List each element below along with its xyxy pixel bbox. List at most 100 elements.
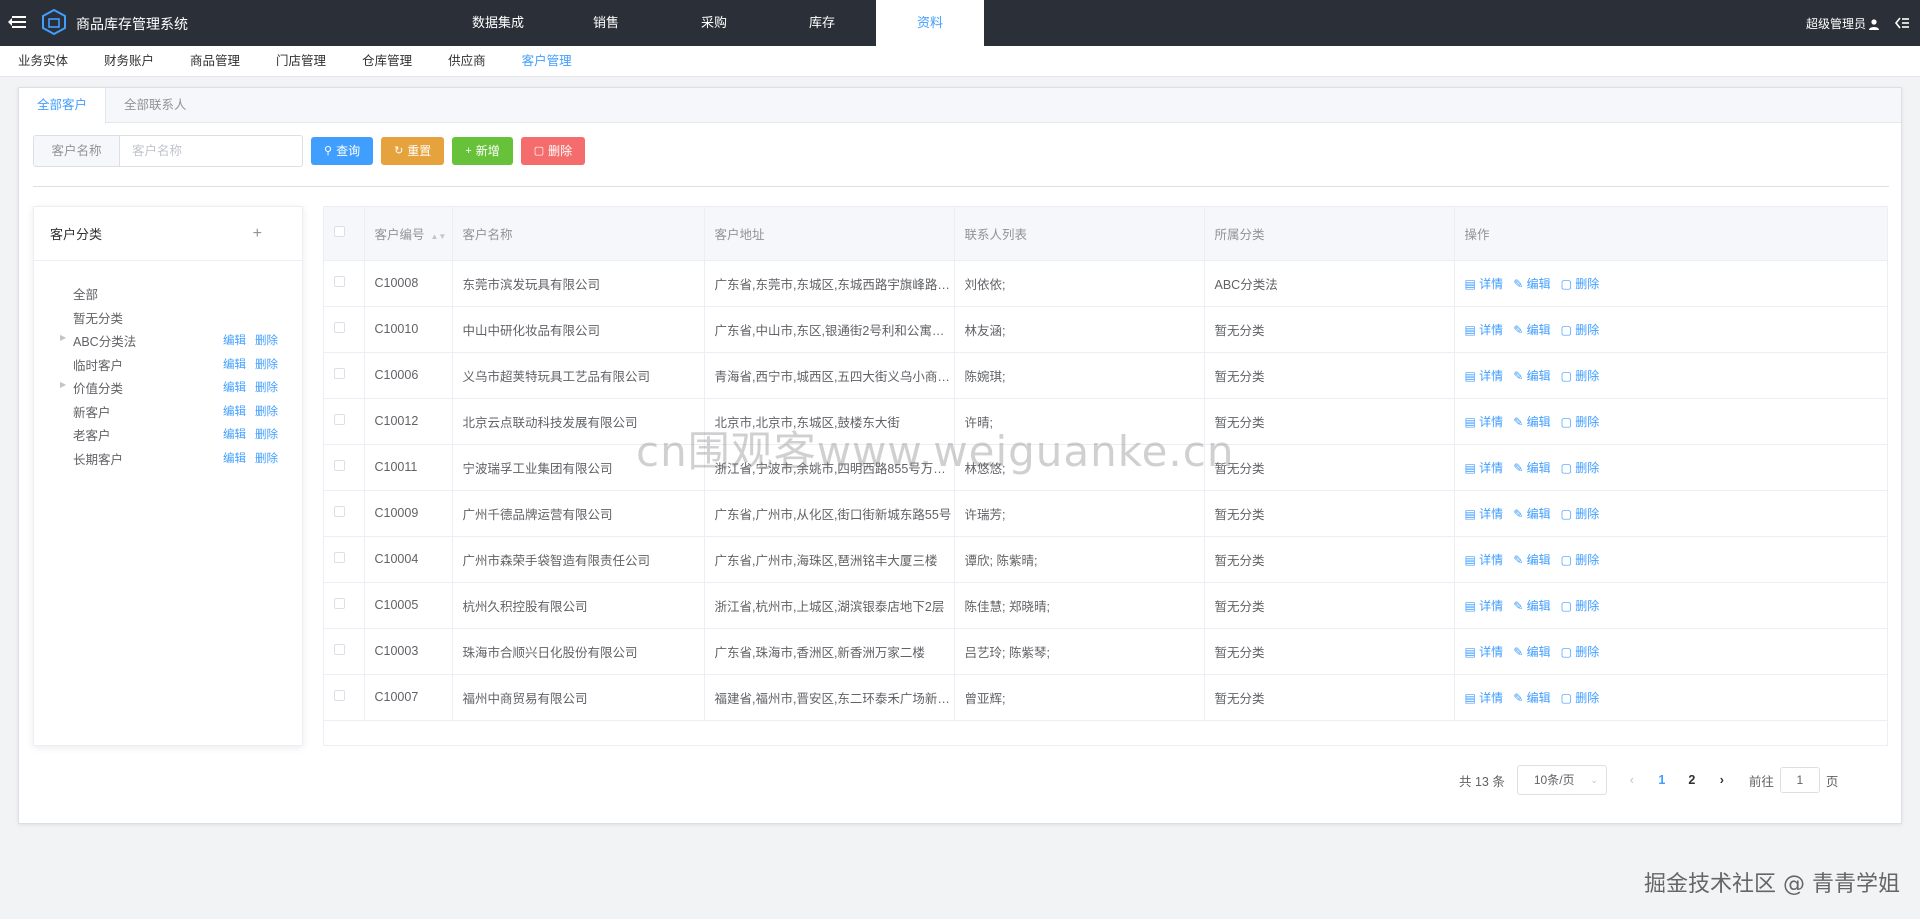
table-row[interactable]: C10008东莞市滨发玩具有限公司广东省,东莞市,东城区,东城西路宇旗峰路交汇处…: [324, 260, 1887, 307]
tree-delete-link[interactable]: 删除: [255, 450, 278, 466]
row-detail-link[interactable]: ▤ 详情: [1465, 323, 1504, 337]
more-menu-icon[interactable]: [1894, 15, 1910, 31]
next-page-icon[interactable]: ›: [1707, 773, 1737, 787]
tree-delete-link[interactable]: 删除: [255, 403, 278, 419]
sort-icon[interactable]: ▲▼: [431, 232, 447, 241]
row-edit-link[interactable]: ✎ 编辑: [1513, 277, 1550, 291]
row-edit-link[interactable]: ✎ 编辑: [1513, 645, 1550, 659]
tree-node[interactable]: 老客户 编辑 删除: [34, 422, 302, 446]
row-delete-link[interactable]: ▢ 删除: [1561, 461, 1600, 475]
top-nav-sales[interactable]: 销售: [552, 0, 660, 46]
row-detail-link[interactable]: ▤ 详情: [1465, 277, 1504, 291]
tree-edit-link[interactable]: 编辑: [223, 403, 246, 419]
row-delete-link[interactable]: ▢ 删除: [1561, 323, 1600, 337]
user-menu[interactable]: 超级管理员: [1806, 15, 1880, 32]
row-checkbox[interactable]: [334, 552, 345, 563]
tree-node[interactable]: ▶ ABC分类法 编辑 删除: [34, 328, 302, 352]
tree-node[interactable]: ▶ 价值分类 编辑 删除: [34, 375, 302, 399]
page-jump-input[interactable]: [1779, 767, 1820, 793]
row-checkbox[interactable]: [334, 644, 345, 655]
sub-nav-finance-account[interactable]: 财务账户: [104, 46, 154, 77]
tree-node[interactable]: 临时客户 编辑 删除: [34, 352, 302, 376]
delete-button[interactable]: ▢ 删除: [520, 137, 586, 165]
tree-node[interactable]: 新客户 编辑 删除: [34, 399, 302, 423]
row-edit-link[interactable]: ✎ 编辑: [1513, 323, 1550, 337]
query-button[interactable]: ⚲ 查询: [311, 137, 374, 165]
prev-page-icon[interactable]: ‹: [1617, 773, 1647, 787]
tree-delete-link[interactable]: 删除: [255, 332, 278, 348]
row-detail-link[interactable]: ▤ 详情: [1465, 599, 1504, 613]
menu-toggle-icon[interactable]: [8, 13, 26, 31]
sub-nav-business-entity[interactable]: 业务实体: [18, 46, 68, 77]
page-1[interactable]: 1: [1647, 773, 1677, 787]
row-detail-link[interactable]: ▤ 详情: [1465, 691, 1504, 705]
row-checkbox[interactable]: [334, 276, 345, 287]
top-nav-data[interactable]: 资料: [876, 0, 984, 46]
sub-nav-warehouse-management[interactable]: 仓库管理: [362, 46, 412, 77]
row-edit-link[interactable]: ✎ 编辑: [1513, 369, 1550, 383]
row-edit-link[interactable]: ✎ 编辑: [1513, 599, 1550, 613]
row-delete-link[interactable]: ▢ 删除: [1561, 691, 1600, 705]
row-edit-link[interactable]: ✎ 编辑: [1513, 415, 1550, 429]
tree-edit-link[interactable]: 编辑: [223, 426, 246, 442]
row-detail-link[interactable]: ▤ 详情: [1465, 553, 1504, 567]
row-detail-link[interactable]: ▤ 详情: [1465, 461, 1504, 475]
top-nav-inventory[interactable]: 库存: [768, 0, 876, 46]
table-row[interactable]: C10007福州中商贸易有限公司福建省,福州市,晋安区,东二环泰禾广场新天地19…: [324, 674, 1887, 721]
tree-node[interactable]: 长期客户 编辑 删除: [34, 446, 302, 470]
tree-delete-link[interactable]: 删除: [255, 356, 278, 372]
tab-all-contacts[interactable]: 全部联系人: [106, 88, 205, 123]
row-edit-link[interactable]: ✎ 编辑: [1513, 507, 1550, 521]
row-delete-link[interactable]: ▢ 删除: [1561, 645, 1600, 659]
add-button[interactable]: + 新增: [452, 137, 513, 165]
table-row[interactable]: C10003 珠海市合顺兴日化股份有限公司 广东省,珠海市,香洲区,新香洲万家二楼吕…: [324, 628, 1887, 675]
tree-edit-link[interactable]: 编辑: [223, 450, 246, 466]
row-edit-link[interactable]: ✎ 编辑: [1513, 461, 1550, 475]
table-row[interactable]: C10006 义乌市超荚特玩具工艺品有限公司 青海省,西宁市,城西区,五四大街义乌小…: [324, 352, 1887, 399]
table-row[interactable]: C10009 广州千德品牌运营有限公司 广东省,广州市,从化区,街口街新城东路55号…: [324, 490, 1887, 537]
caret-right-icon[interactable]: ▶: [60, 380, 66, 389]
tree-edit-link[interactable]: 编辑: [223, 379, 246, 395]
tree-edit-link[interactable]: 编辑: [223, 332, 246, 348]
tree-delete-link[interactable]: 删除: [255, 379, 278, 395]
row-detail-link[interactable]: ▤ 详情: [1465, 369, 1504, 383]
row-checkbox[interactable]: [334, 506, 345, 517]
row-checkbox[interactable]: [334, 414, 345, 425]
caret-right-icon[interactable]: ▶: [60, 333, 66, 342]
top-nav-purchase[interactable]: 采购: [660, 0, 768, 46]
row-delete-link[interactable]: ▢ 删除: [1561, 415, 1600, 429]
tree-delete-link[interactable]: 删除: [255, 426, 278, 442]
row-edit-link[interactable]: ✎ 编辑: [1513, 691, 1550, 705]
table-row[interactable]: C10010 中山中研化妆品有限公司 广东省,中山市,东区,银通街2号利和公寓首层林…: [324, 306, 1887, 353]
row-delete-link[interactable]: ▢ 删除: [1561, 369, 1600, 383]
table-row[interactable]: C10004 广州市森荣手袋智造有限责任公司 广东省,广州市,海珠区,琶洲铭丰大厦三…: [324, 536, 1887, 583]
row-delete-link[interactable]: ▢ 删除: [1561, 277, 1600, 291]
row-delete-link[interactable]: ▢ 删除: [1561, 507, 1600, 521]
table-row[interactable]: C10005 杭州久积控股有限公司 浙江省,杭州市,上城区,湖滨银泰店地下2层 陈佳慧…: [324, 582, 1887, 629]
reset-button[interactable]: ↻ 重置: [381, 137, 445, 165]
row-detail-link[interactable]: ▤ 详情: [1465, 415, 1504, 429]
row-checkbox[interactable]: [334, 322, 345, 333]
row-detail-link[interactable]: ▤ 详情: [1465, 507, 1504, 521]
sub-nav-customer-management[interactable]: 客户管理: [522, 46, 572, 77]
row-checkbox[interactable]: [334, 598, 345, 609]
tree-node[interactable]: 暂无分类: [34, 305, 302, 329]
column-header-code[interactable]: 客户编号 ▲▼: [364, 207, 453, 261]
tree-node[interactable]: 全部: [34, 281, 302, 305]
tab-all-customers[interactable]: 全部客户: [19, 88, 107, 124]
add-category-icon[interactable]: +: [253, 225, 262, 243]
row-edit-link[interactable]: ✎ 编辑: [1513, 553, 1550, 567]
row-checkbox[interactable]: [334, 690, 345, 701]
row-delete-link[interactable]: ▢ 删除: [1561, 599, 1600, 613]
sub-nav-supplier[interactable]: 供应商: [448, 46, 486, 77]
page-size-select[interactable]: 10条/页 ⌄: [1516, 765, 1607, 795]
sub-nav-product-management[interactable]: 商品管理: [190, 46, 240, 77]
select-all-checkbox[interactable]: [334, 226, 345, 238]
page-2[interactable]: 2: [1677, 773, 1707, 787]
customer-name-input[interactable]: [120, 136, 300, 166]
top-nav-data-integration[interactable]: 数据集成: [444, 0, 552, 46]
row-checkbox[interactable]: [334, 368, 345, 379]
row-delete-link[interactable]: ▢ 删除: [1561, 553, 1600, 567]
tree-edit-link[interactable]: 编辑: [223, 356, 246, 372]
row-detail-link[interactable]: ▤ 详情: [1465, 645, 1504, 659]
